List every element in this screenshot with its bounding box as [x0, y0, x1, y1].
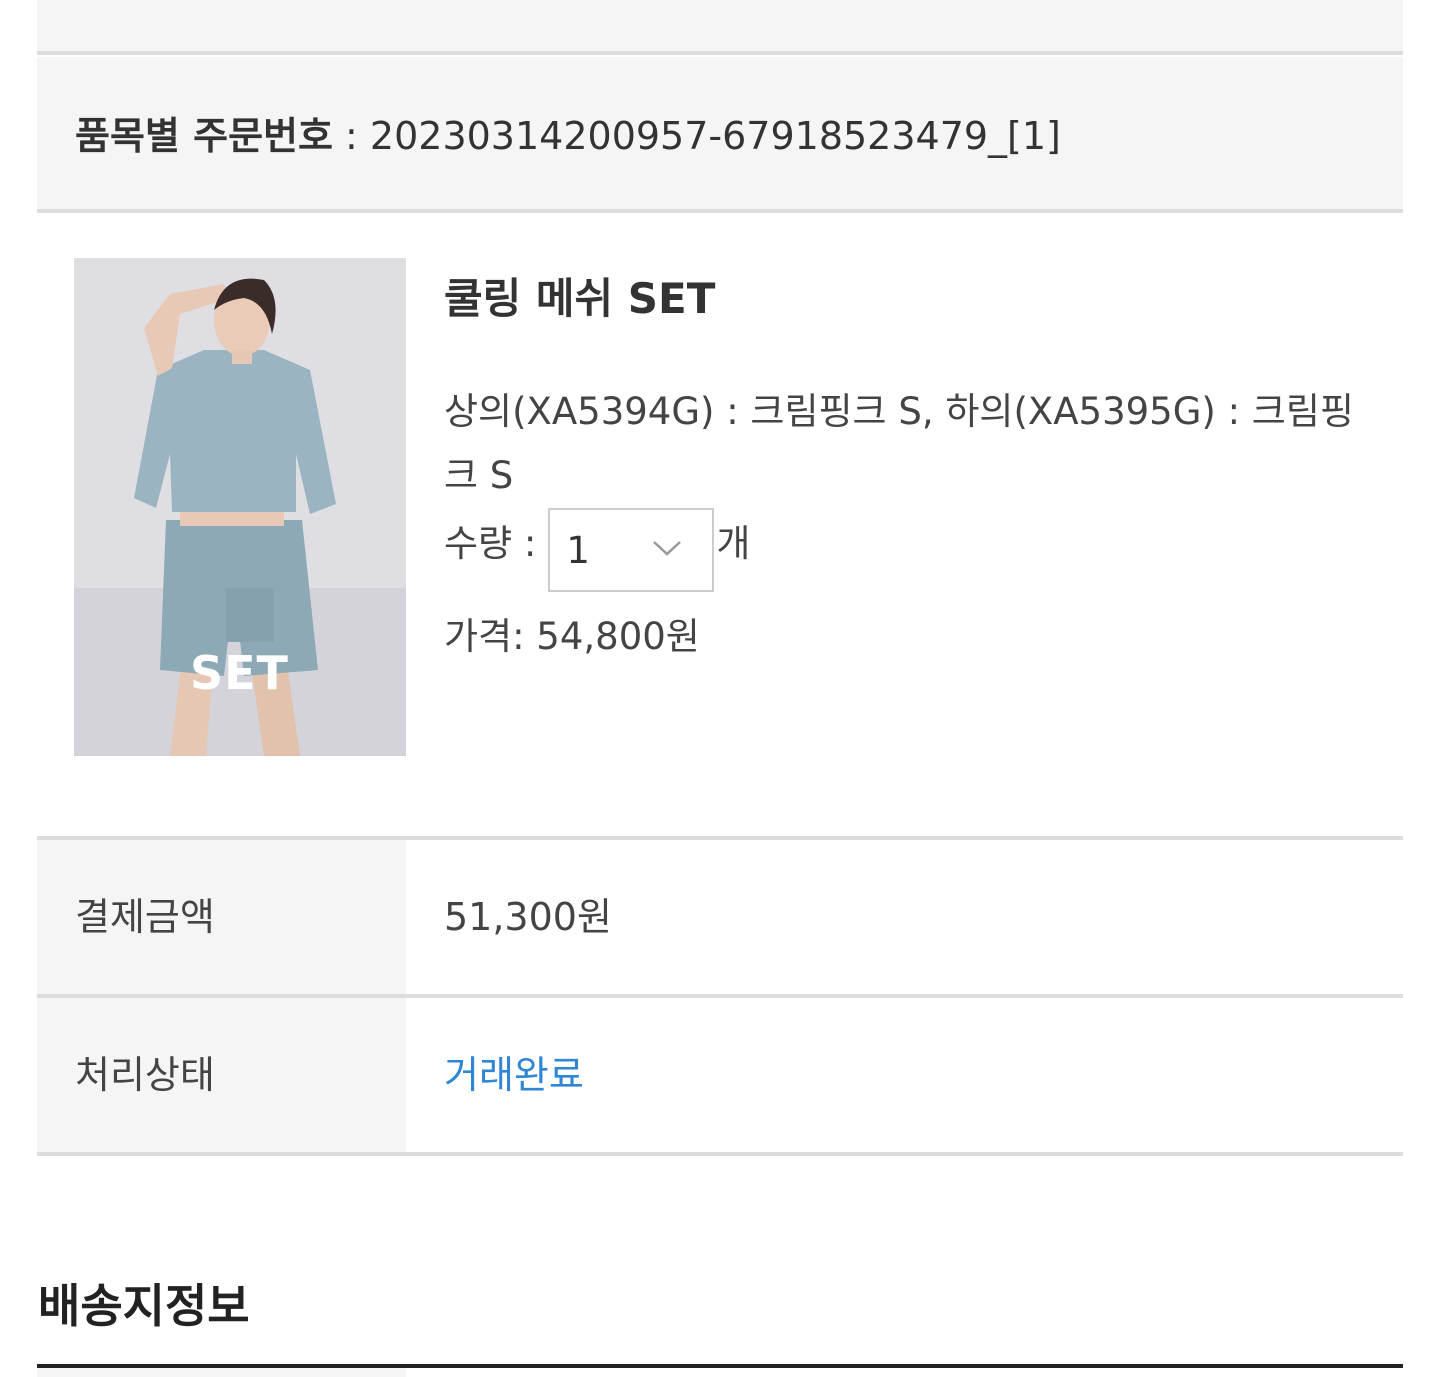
- payment-label: 결제금액: [37, 840, 406, 994]
- top-band: [37, 0, 1403, 55]
- order-number-line: 품목별 주문번호 : 20230314200957-67918523479_[1…: [75, 111, 1061, 161]
- product-option-text: 상의(XA5394G) : 크림핑크 S, 하의(XA5395G) : 크림핑크…: [444, 390, 1354, 497]
- shipping-info-title: 배송지정보: [38, 1279, 250, 1333]
- thumbnail-set-badge: SET: [190, 646, 289, 700]
- payment-row: 결제금액 51,300원: [37, 840, 1403, 998]
- order-detail-page: 품목별 주문번호 : 20230314200957-67918523479_[1…: [0, 0, 1440, 1377]
- order-number-header: 품목별 주문번호 : 20230314200957-67918523479_[1…: [37, 57, 1403, 213]
- quantity-row: 수량 : 1 개: [444, 508, 750, 592]
- quantity-value: 1: [566, 529, 590, 572]
- chevron-down-icon: [653, 541, 682, 556]
- order-number-value: 20230314200957-67918523479_[1]: [369, 114, 1061, 158]
- quantity-label: 수량 :: [444, 522, 537, 565]
- status-value-link[interactable]: 거래완료: [406, 998, 1403, 1152]
- order-number-label: 품목별 주문번호: [75, 114, 333, 158]
- product-price: 가격: 54,800원: [444, 615, 700, 658]
- status-label: 처리상태: [37, 998, 406, 1152]
- product-name-link[interactable]: 쿨링 메쉬 SET: [444, 272, 715, 326]
- quantity-unit: 개: [716, 522, 751, 565]
- order-number-separator: :: [332, 114, 370, 158]
- payment-value: 51,300원: [444, 895, 612, 939]
- product-thumbnail[interactable]: SET: [74, 258, 406, 756]
- order-info-table: 결제금액 51,300원 처리상태 거래완료: [37, 836, 1403, 1156]
- shipping-table-start: [37, 1368, 406, 1377]
- status-row: 처리상태 거래완료: [37, 998, 1403, 1156]
- quantity-select[interactable]: 1: [548, 508, 715, 592]
